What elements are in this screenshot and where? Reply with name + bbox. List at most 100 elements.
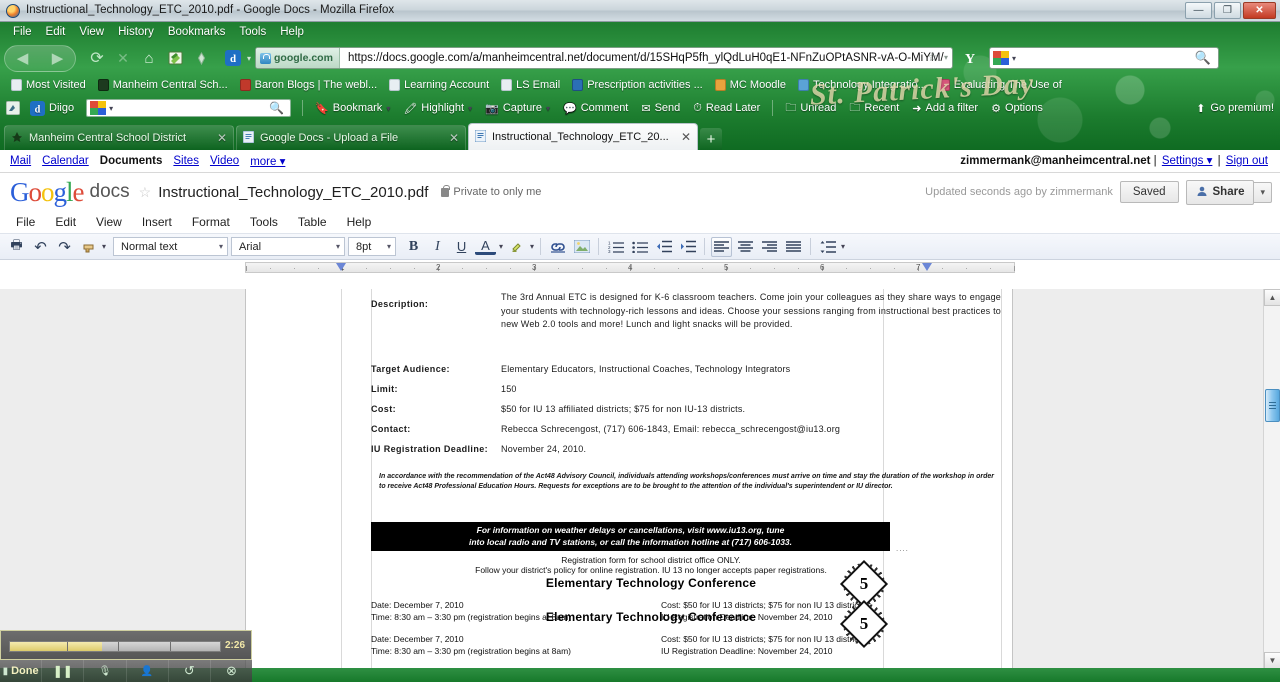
url-text[interactable]: https://docs.google.com/a/manheimcentral… [340,52,944,64]
close-button[interactable]: ✕ [1243,2,1276,19]
google-link-mail[interactable]: Mail [10,155,31,167]
back-arrow-icon[interactable]: ◀ [5,49,40,67]
docs-menu-format[interactable]: Format [182,213,240,231]
diigo-search-engine-icon[interactable] [90,101,107,115]
google-logo[interactable]: Google [10,177,84,208]
chevron-down-icon[interactable]: ▾ [386,104,390,113]
mozilla-archive-icon[interactable] [188,45,214,71]
reload-icon[interactable]: ⟳ [84,45,110,71]
bookmark-evaluating-the-use-of[interactable]: Evaluating The Use of [934,78,1067,92]
horizontal-ruler[interactable]: 1 2 3 4 5 6 7 [245,262,1015,273]
tab-instructional-technology-etc[interactable]: Instructional_Technology_ETC_20... ✕ [468,123,698,150]
document-canvas[interactable]: Description: The 3rd Annual ETC is desig… [0,289,1280,682]
italic-button[interactable]: I [427,237,448,257]
chevron-down-icon[interactable]: ▾ [546,104,550,113]
align-center-button[interactable] [735,237,756,257]
search-submit-icon[interactable]: 🔍 [1195,50,1211,66]
indent-icon[interactable] [677,237,698,257]
scroll-up-button[interactable]: ▲ [1264,289,1280,306]
diigo-brand[interactable]: d Diigo [25,100,79,117]
settings-link[interactable]: Settings ▾ [1162,155,1213,167]
paragraph-style-select[interactable]: Normal text ▾ [113,237,229,256]
google-link-video[interactable]: Video [210,155,239,167]
menu-edit[interactable]: Edit [39,24,73,40]
bold-button[interactable]: B [403,237,424,257]
menu-file[interactable]: File [6,24,39,40]
outdent-icon[interactable] [653,237,674,257]
minimize-button[interactable]: — [1185,2,1212,19]
bookmark-baron-blogs[interactable]: Baron Blogs | The webl... [235,78,383,92]
new-tab-button[interactable]: + [700,128,722,150]
diigo-search-input[interactable]: ▾ 🔍 [86,99,292,117]
text-color-caret-icon[interactable]: ▾ [499,242,503,251]
recorder-pause-button[interactable]: ❚❚ [42,660,85,682]
bookmark-learning-account[interactable]: Learning Account [384,78,494,92]
recorder-undo-button[interactable]: ↺ [169,660,211,682]
docs-menu-view[interactable]: View [86,213,132,231]
menu-tools[interactable]: Tools [232,24,273,40]
diigo-search-icon[interactable]: 🔍 [269,101,284,115]
saved-button[interactable]: Saved [1119,181,1179,203]
sign-out-link[interactable]: Sign out [1226,155,1268,167]
diigo-home-icon[interactable] [4,95,22,121]
tab-close-icon[interactable]: ✕ [449,131,459,145]
bookmark-mc-moodle[interactable]: MC Moodle [710,78,791,92]
diigo-toolbar-icon[interactable]: d [220,45,246,71]
diigo-read-later-button[interactable]: ⏱ Read Later [688,101,765,116]
google-search-engine-icon[interactable] [993,51,1010,65]
vertical-scrollbar[interactable]: ▲ ▼ [1263,289,1280,669]
diigo-highlight-button[interactable]: 🖍 Highlight ▾ [398,101,477,116]
page-title[interactable]: Instructional_Technology_ETC_2010.pdf [158,184,428,201]
paint-format-caret-icon[interactable]: ▾ [102,242,106,251]
bookmark-star-icon[interactable]: ☆ [927,50,938,64]
recorder-webcam-button[interactable]: 👤 [127,660,169,682]
share-button[interactable]: Share [1185,179,1255,205]
tab-google-docs-upload-a-file[interactable]: Google Docs - Upload a File ✕ [236,125,466,150]
line-spacing-icon[interactable] [817,237,838,257]
recorder-cancel-button[interactable]: ⊗ [211,660,252,682]
google-link-more[interactable]: more ▾ [250,154,285,168]
bookmark-most-visited[interactable]: Most Visited [6,78,91,92]
share-dropdown-button[interactable]: ▾ [1254,181,1272,203]
align-justify-button[interactable] [783,237,804,257]
docs-menu-help[interactable]: Help [337,213,382,231]
url-dropdown-icon[interactable]: ▾ [944,53,948,62]
line-spacing-caret-icon[interactable]: ▾ [841,242,845,251]
document-page[interactable]: Description: The 3rd Annual ETC is desig… [245,289,1013,682]
forward-arrow-icon[interactable]: ▶ [40,49,75,67]
search-engine-caret-icon[interactable]: ▾ [1012,54,1016,63]
diigo-go-premium-button[interactable]: ⬆ Go premium! [1196,102,1274,115]
text-color-icon[interactable]: A [475,238,497,255]
menu-history[interactable]: History [111,24,161,40]
link-icon[interactable] [547,237,568,257]
insert-image-icon[interactable] [571,237,592,257]
diigo-add-filter-button[interactable]: ➜ Add a filter [907,101,983,116]
menu-bookmarks[interactable]: Bookmarks [161,24,233,40]
docs-menu-insert[interactable]: Insert [132,213,182,231]
underline-button[interactable]: U [451,237,472,257]
font-size-select[interactable]: 8pt ▾ [348,237,397,256]
privacy-status[interactable]: Private to only me [441,184,541,198]
menu-view[interactable]: View [72,24,111,40]
print-icon[interactable]: 🖶 [6,237,27,257]
maximize-button[interactable]: ❐ [1214,2,1241,19]
diigo-unread-button[interactable]: 🗀 Unread [780,98,841,119]
bookmark-manheim-central[interactable]: Manheim Central Sch... [93,78,233,92]
url-bar[interactable]: google.com https://docs.google.com/a/man… [255,47,954,69]
chevron-down-icon[interactable]: ▾ [468,104,472,113]
bookmark-technology-integration[interactable]: Technology Integratio... [793,78,932,92]
align-right-button[interactable] [759,237,780,257]
google-link-sites[interactable]: Sites [173,155,199,167]
diigo-recent-button[interactable]: 🗀 Recent [844,98,904,119]
docs-menu-table[interactable]: Table [288,213,337,231]
menu-help[interactable]: Help [273,24,311,40]
google-link-documents[interactable]: Documents [100,155,163,167]
bookmark-ls-email[interactable]: LS Email [496,78,565,92]
undo-icon[interactable]: ↶ [30,237,51,257]
right-indent-marker[interactable] [922,263,932,271]
diigo-caret-icon[interactable]: ▾ [247,54,251,63]
star-icon[interactable]: ☆ [139,184,152,201]
document-body[interactable]: Description: The 3rd Annual ETC is desig… [371,289,1001,656]
diigo-capture-button[interactable]: 📷 Capture ▾ [480,101,555,116]
yahoo-icon[interactable]: Y [957,45,983,71]
